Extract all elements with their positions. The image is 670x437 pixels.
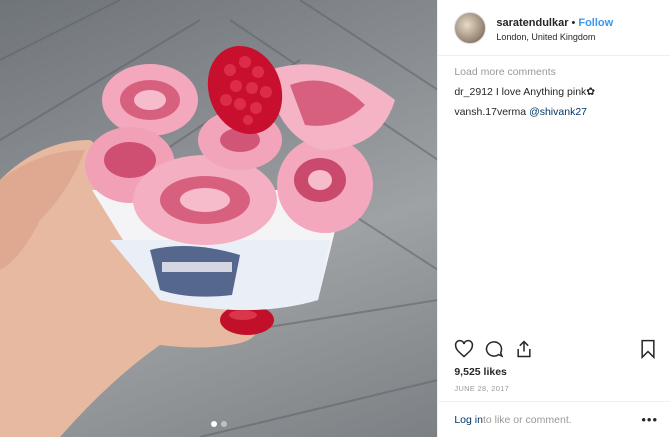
- share-icon[interactable]: [514, 339, 534, 359]
- username-link[interactable]: saratendulkar: [496, 17, 568, 29]
- post-sidebar: saratendulkar • Follow London, United King…: [437, 0, 670, 437]
- post-photo[interactable]: [0, 0, 438, 437]
- comment: dr_2912 I love Anything pink✿: [454, 86, 654, 100]
- login-link[interactable]: Log in: [454, 414, 483, 426]
- location-link[interactable]: London, United Kingdom: [496, 32, 613, 43]
- comments-section: Load more comments dr_2912 I love Anythi…: [438, 56, 670, 119]
- avatar[interactable]: [454, 11, 487, 44]
- carousel-dot-active[interactable]: [210, 421, 217, 427]
- comment-mention-link[interactable]: @shivank27: [529, 106, 587, 118]
- heart-icon[interactable]: [454, 339, 474, 359]
- comment-username[interactable]: vansh.17verma: [454, 106, 526, 118]
- comment-icon[interactable]: [484, 339, 504, 359]
- bookmark-icon[interactable]: [638, 339, 658, 359]
- comment: vansh.17verma @shivank27: [454, 106, 654, 120]
- instagram-post: saratendulkar • Follow London, United King…: [0, 0, 670, 437]
- carousel-dot[interactable]: [220, 421, 227, 427]
- header-separator: •: [571, 16, 576, 29]
- more-options-icon[interactable]: •••: [641, 412, 658, 427]
- post-header: saratendulkar • Follow London, United King…: [438, 0, 670, 56]
- comment-text: I love Anything pink✿: [495, 86, 596, 98]
- ice-cream-photo: [0, 0, 438, 437]
- load-more-comments-button[interactable]: Load more comments: [454, 66, 654, 78]
- follow-button[interactable]: Follow: [578, 17, 613, 29]
- comment-username[interactable]: dr_2912: [454, 86, 493, 98]
- carousel-dots: [210, 421, 227, 427]
- login-prompt-text: to like or comment.: [482, 413, 572, 426]
- likes-count[interactable]: 9,525 likes: [454, 366, 507, 378]
- header-text: saratendulkar • Follow London, United King…: [496, 12, 613, 43]
- post-date[interactable]: JUNE 28, 2017: [454, 384, 509, 393]
- action-bar: [454, 338, 658, 360]
- post-footer: Log in to like or comment. •••: [438, 401, 670, 437]
